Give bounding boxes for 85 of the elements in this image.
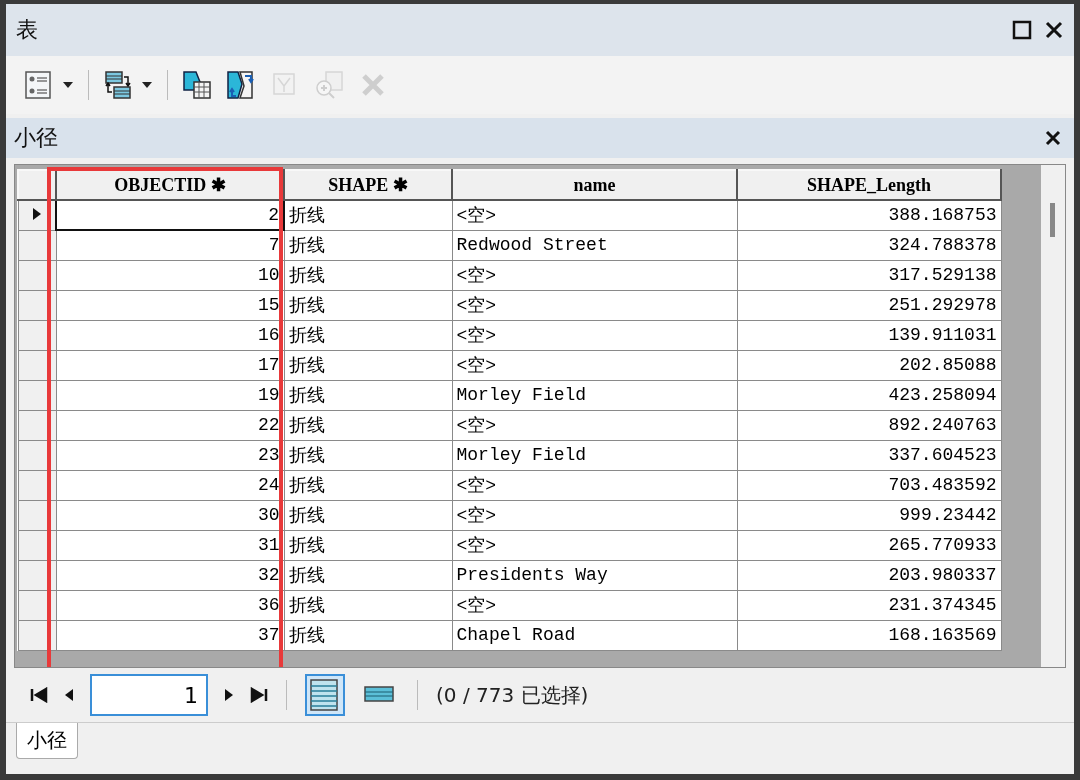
table-cell: 折线 — [284, 410, 452, 440]
table-cell: 324.788378 — [737, 230, 1001, 260]
table-cell: 折线 — [284, 590, 452, 620]
related-tables-icon[interactable] — [103, 70, 133, 100]
first-record-icon[interactable] — [30, 687, 48, 703]
table-cell: 折线 — [284, 200, 452, 230]
table-cell: 折线 — [284, 320, 452, 350]
table-cell: 15 — [56, 290, 284, 320]
close-icon[interactable] — [1044, 20, 1064, 40]
table-cell: 24 — [56, 470, 284, 500]
table-cell: 16 — [56, 320, 284, 350]
table-cell: 203.980337 — [737, 560, 1001, 590]
table-cell: <空> — [452, 350, 737, 380]
table-tab[interactable]: 小径 — [16, 723, 78, 759]
table-cell: 337.604523 — [737, 440, 1001, 470]
table-cell: 423.258094 — [737, 380, 1001, 410]
table-cell: 139.911031 — [737, 320, 1001, 350]
table-cell: 251.292978 — [737, 290, 1001, 320]
table-cell: 202.85088 — [737, 350, 1001, 380]
table-cell: 折线 — [284, 500, 452, 530]
table-cell: 31 — [56, 530, 284, 560]
record-field[interactable]: 1 — [90, 674, 208, 716]
table-cell: 892.240763 — [737, 410, 1001, 440]
table-cell: 折线 — [284, 380, 452, 410]
table-cell: 7 — [56, 230, 284, 260]
table-cell: 2 — [56, 200, 284, 230]
switch-selection-icon[interactable] — [226, 70, 256, 100]
table-cell: 703.483592 — [737, 470, 1001, 500]
table-icon — [310, 679, 340, 711]
table-cell: <空> — [452, 320, 737, 350]
column-header[interactable]: name — [452, 170, 737, 200]
scroll-thumb[interactable] — [1050, 203, 1055, 237]
table-cell: 折线 — [284, 260, 452, 290]
table-cell: 32 — [56, 560, 284, 590]
table-cell: <空> — [452, 290, 737, 320]
table-cell: <空> — [452, 410, 737, 440]
table-cell: 折线 — [284, 290, 452, 320]
table-cell: 30 — [56, 500, 284, 530]
table-cell: 折线 — [284, 560, 452, 590]
table-cell: 10 — [56, 260, 284, 290]
dropdown-arrow-icon[interactable] — [141, 81, 153, 89]
table-cell: 23 — [56, 440, 284, 470]
table-cell: <空> — [452, 470, 737, 500]
table-cell: 168.163569 — [737, 620, 1001, 650]
close-icon[interactable] — [1044, 129, 1062, 147]
table-cell: 折线 — [284, 440, 452, 470]
table-cell: 36 — [56, 590, 284, 620]
dropdown-arrow-icon[interactable] — [62, 81, 74, 89]
table-cell: 317.529138 — [737, 260, 1001, 290]
list-icon[interactable] — [24, 70, 54, 100]
table-cell: 999.23442 — [737, 500, 1001, 530]
table-cell: 37 — [56, 620, 284, 650]
table-cell: Chapel Road — [452, 620, 737, 650]
table-cell: <空> — [452, 530, 737, 560]
table-cell: <空> — [452, 260, 737, 290]
table-cell: Redwood Street — [452, 230, 737, 260]
table-cell: Morley Field — [452, 380, 737, 410]
table-cell: Presidents Way — [452, 560, 737, 590]
column-header[interactable]: OBJECTID ✱ — [56, 170, 284, 200]
column-header[interactable]: SHAPE ✱ — [284, 170, 452, 200]
selection-status: (0 / 773 已选择) — [436, 681, 589, 709]
table-cell: 折线 — [284, 230, 452, 260]
table-title: 小径 — [14, 124, 58, 152]
table-cell: 19 — [56, 380, 284, 410]
table-cell: <空> — [452, 200, 737, 230]
table-cell: 折线 — [284, 530, 452, 560]
current-row-icon — [32, 208, 41, 221]
maximize-icon[interactable] — [1012, 20, 1032, 40]
table-cell: 231.374345 — [737, 590, 1001, 620]
table-cell: <空> — [452, 590, 737, 620]
table-cell: <空> — [452, 500, 737, 530]
table-cell: 折线 — [284, 470, 452, 500]
table-select-icon[interactable] — [182, 70, 212, 100]
table-cell: Morley Field — [452, 440, 737, 470]
table-cell: 265.770933 — [737, 530, 1001, 560]
show-all-records-button[interactable] — [305, 674, 345, 716]
table-cell: 折线 — [284, 620, 452, 650]
column-header[interactable]: SHAPE_Length — [737, 170, 1001, 200]
last-record-icon[interactable] — [250, 687, 268, 703]
table-cell: 折线 — [284, 350, 452, 380]
table-cell: 17 — [56, 350, 284, 380]
window-title: 表 — [16, 16, 38, 44]
scrollbar[interactable] — [1041, 165, 1065, 667]
table-cell: 388.168753 — [737, 200, 1001, 230]
table-cell: 22 — [56, 410, 284, 440]
